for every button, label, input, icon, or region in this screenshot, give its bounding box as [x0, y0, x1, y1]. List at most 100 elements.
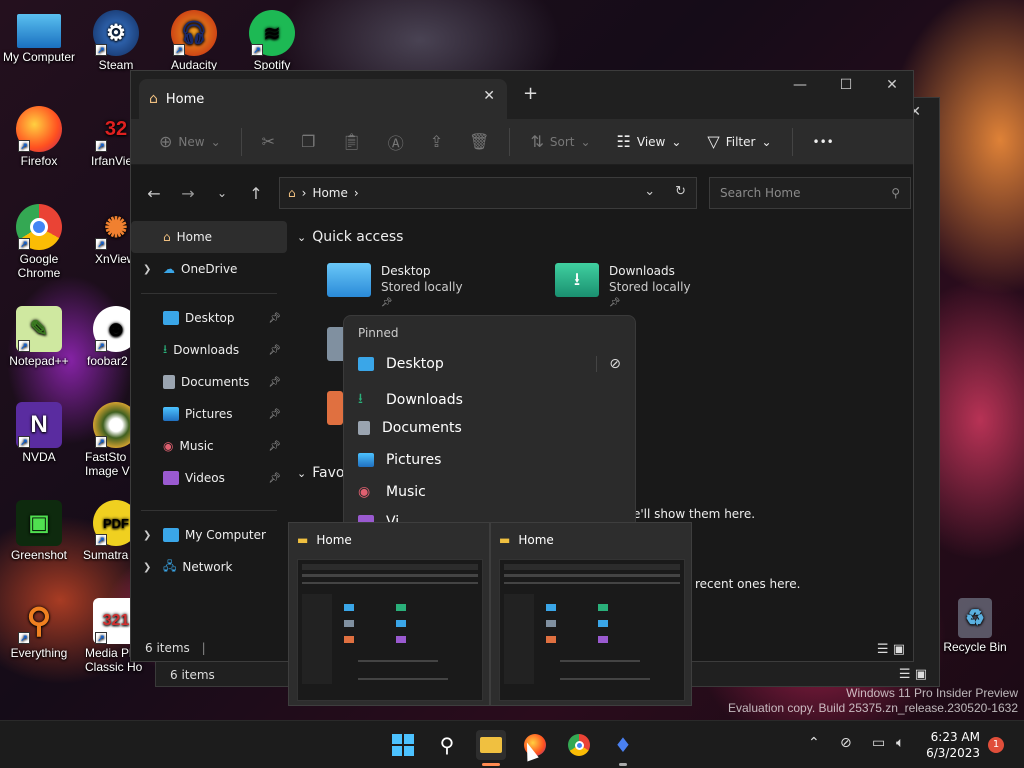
- cut-button[interactable]: ✂: [252, 127, 285, 157]
- jumplist-item-downloads[interactable]: ⭳ Downloads: [358, 388, 628, 412]
- navigation-pane: ⌂ Home ❯ ☁ OneDrive Desktop 📌︎ ⭳ Downloa…: [131, 221, 287, 631]
- sort-button[interactable]: ⇅ Sort ⌄: [520, 127, 600, 157]
- desktop-icon-audacity[interactable]: 🎧︎ ↗ Audacity: [155, 10, 233, 72]
- sidebar-item-videos[interactable]: Videos 📌︎: [131, 462, 287, 494]
- breadcrumb-home[interactable]: Home: [312, 186, 347, 200]
- rename-icon: Ⓐ: [387, 133, 404, 153]
- quick-access-downloads[interactable]: ⭳ Downloads Stored locally 📌︎: [555, 263, 691, 311]
- paste-button[interactable]: 📋︎: [331, 127, 371, 157]
- recent-locations-chevron-icon[interactable]: ⌄: [211, 186, 233, 200]
- volume-icon[interactable]: 🔈︎: [896, 735, 904, 751]
- address-bar[interactable]: ⌂ › Home › ⌄ ↻: [279, 177, 697, 209]
- chevron-right-icon[interactable]: ❯: [143, 562, 151, 573]
- address-dropdown-icon[interactable]: ⌄: [644, 184, 655, 199]
- filter-button[interactable]: ▽ Filter ⌄: [697, 127, 781, 157]
- unpin-icon[interactable]: ⊘: [596, 356, 621, 372]
- chrome-taskbar-button[interactable]: [564, 730, 594, 760]
- delete-button[interactable]: 🗑︎: [459, 127, 499, 157]
- pin-icon[interactable]: 📌︎: [268, 313, 281, 324]
- sidebar-item-home[interactable]: ⌂ Home: [131, 221, 287, 253]
- display-icon[interactable]: ▭: [872, 735, 885, 751]
- desktop-icon-my-computer[interactable]: My Computer: [0, 10, 78, 64]
- view-button[interactable]: ☷ View ⌄: [607, 127, 692, 157]
- pin-icon[interactable]: 📌︎: [268, 409, 281, 420]
- quick-access-header[interactable]: ⌄ Quick access: [297, 229, 403, 245]
- desktop-icon-nvda[interactable]: N ↗ NVDA: [0, 402, 78, 464]
- close-tab-icon[interactable]: ✕: [483, 88, 495, 104]
- desktop-folder-icon: [327, 263, 371, 297]
- home-icon: ⌂: [288, 186, 296, 200]
- jumplist-item-pictures[interactable]: Pictures: [358, 452, 628, 468]
- tab-label: Home: [165, 91, 205, 107]
- pin-icon[interactable]: 📌︎: [268, 441, 281, 452]
- back-arrow-icon[interactable]: ←: [143, 184, 165, 203]
- downloads-folder-icon: ⭳: [555, 263, 599, 297]
- sidebar-item-desktop[interactable]: Desktop 📌︎: [131, 302, 287, 334]
- sidebar-item-downloads[interactable]: ⭳ Downloads 📌︎: [131, 334, 287, 366]
- jumplist-item-music[interactable]: ◉ Music: [358, 484, 628, 500]
- share-button[interactable]: ⇪: [420, 127, 453, 157]
- desktop-icon-everything[interactable]: ⚲ ↗ Everything: [0, 598, 78, 660]
- taskbar: ⚲ ♦ ⌃ ⊘ ▭ 🔈︎ 6:23 AM 6/3/2023 1: [0, 720, 1024, 768]
- home-icon: ⌂: [163, 230, 171, 244]
- up-arrow-icon[interactable]: ↑: [245, 184, 267, 203]
- network-disconnected-icon[interactable]: ⊘: [840, 735, 852, 751]
- divider: [509, 127, 511, 156]
- sidebar-item-my-computer[interactable]: ❯ My Computer: [131, 519, 287, 551]
- desktop-icon-chrome[interactable]: ↗ Google Chrome: [0, 204, 78, 280]
- search-button[interactable]: ⚲: [432, 730, 462, 760]
- jumplist-pinned-heading: Pinned: [358, 326, 399, 340]
- show-hidden-icons-chevron[interactable]: ⌃: [808, 735, 820, 751]
- new-tab-button[interactable]: +: [523, 83, 538, 104]
- audacity-icon: 🎧︎ ↗: [171, 10, 217, 56]
- quick-access-desktop[interactable]: Desktop Stored locally 📌︎: [327, 263, 463, 311]
- chevron-right-icon[interactable]: ❯: [143, 530, 151, 541]
- taskbar-thumbnail-2[interactable]: ▬ Home: [490, 522, 692, 706]
- clipboard-icon: 📋︎: [341, 132, 362, 151]
- taskbar-jumplist: Pinned Desktop ⊘ ⭳ Downloads Documents P…: [343, 315, 636, 525]
- view-toggle-icon[interactable]: ☰ ▣: [877, 642, 905, 657]
- file-explorer-taskbar-button[interactable]: [476, 730, 506, 760]
- taskbar-thumbnail-1[interactable]: ▬ Home: [288, 522, 490, 706]
- recycle-bin-icon: ♻: [958, 598, 992, 638]
- maximize-icon[interactable]: ☐: [831, 77, 861, 93]
- clock[interactable]: 6:23 AM 6/3/2023: [922, 729, 980, 761]
- sidebar-item-pictures[interactable]: Pictures 📌︎: [131, 398, 287, 430]
- more-options-button[interactable]: •••: [803, 127, 844, 157]
- desktop-icon-spotify[interactable]: ≋ ↗ Spotify: [233, 10, 311, 72]
- pictures-icon: [358, 453, 374, 467]
- forward-arrow-icon[interactable]: →: [177, 184, 199, 203]
- refresh-icon[interactable]: ↻: [675, 184, 686, 199]
- notification-badge[interactable]: 1: [988, 737, 1004, 753]
- sidebar-item-network[interactable]: ❯ 🖧︎ Network: [131, 551, 287, 583]
- jumplist-item-documents[interactable]: Documents: [358, 420, 628, 436]
- view-toggle-icon[interactable]: ☰ ▣: [899, 667, 927, 682]
- sidebar-item-music[interactable]: ◉ Music 📌︎: [131, 430, 287, 462]
- desktop-icon-firefox[interactable]: ↗ Firefox: [0, 106, 78, 168]
- copy-button[interactable]: ❐: [291, 127, 325, 157]
- jumplist-item-desktop[interactable]: Desktop: [358, 356, 628, 372]
- start-button[interactable]: [388, 730, 418, 760]
- new-button[interactable]: ⊕ New ⌄: [149, 127, 231, 157]
- pin-icon[interactable]: 📌︎: [268, 345, 281, 356]
- desktop-icon-greenshot[interactable]: ▣ Greenshot: [0, 500, 78, 562]
- app-taskbar-button[interactable]: ♦: [608, 730, 638, 760]
- minimize-icon[interactable]: —: [785, 77, 815, 93]
- sidebar-item-onedrive[interactable]: ❯ ☁ OneDrive: [131, 253, 287, 285]
- desktop-icon-notepadpp[interactable]: ✎ ↗ Notepad++: [0, 306, 78, 368]
- sidebar-item-documents[interactable]: Documents 📌︎: [131, 366, 287, 398]
- quick-access-music[interactable]: [327, 391, 343, 425]
- rename-button[interactable]: Ⓐ: [378, 127, 414, 157]
- chevron-right-icon[interactable]: ❯: [143, 264, 151, 275]
- tab-home[interactable]: ⌂ Home ✕: [139, 79, 507, 119]
- search-input[interactable]: Search Home ⚲: [709, 177, 911, 209]
- pin-icon[interactable]: 📌︎: [268, 377, 281, 388]
- breadcrumb-separator-icon: ›: [353, 186, 359, 200]
- close-window-icon[interactable]: ✕: [877, 77, 907, 93]
- spotify-icon: ≋ ↗: [249, 10, 295, 56]
- pin-icon[interactable]: 📌︎: [268, 473, 281, 484]
- nvda-icon: N ↗: [16, 402, 62, 448]
- title-bar[interactable]: ⌂ Home ✕ + — ☐ ✕: [131, 71, 913, 119]
- desktop-icon-steam[interactable]: ⚙ ↗ Steam: [77, 10, 155, 72]
- desktop-icon-recycle-bin[interactable]: ♻ Recycle Bin: [936, 598, 1014, 654]
